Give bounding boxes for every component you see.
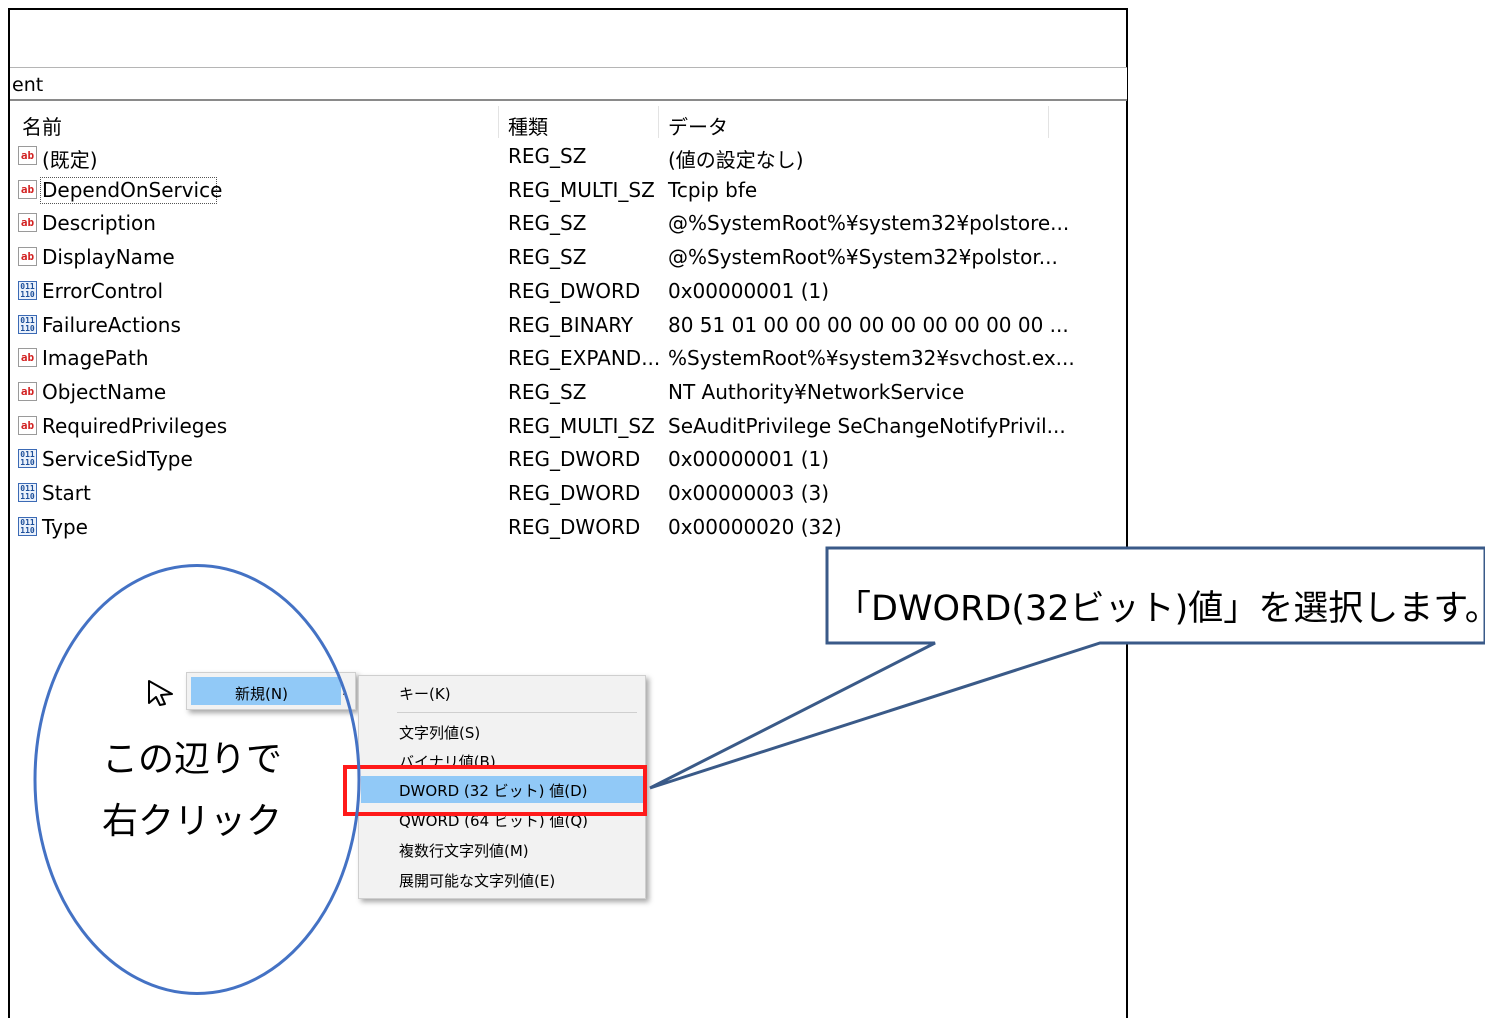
callout-text: 「DWORD(32ビット)値」を選択します。 — [836, 589, 1485, 629]
callout-bubble — [649, 546, 1485, 790]
